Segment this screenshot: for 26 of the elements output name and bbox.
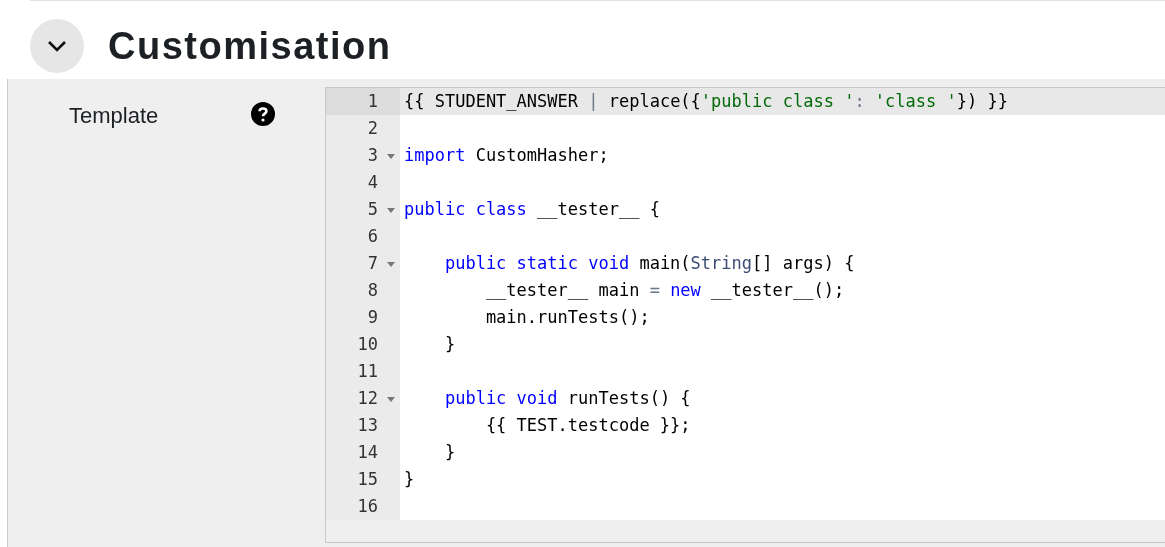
line-number: 8 [367,280,378,300]
fold-icon[interactable] [387,397,395,402]
line-number: 15 [357,469,378,489]
line-number: 5 [367,199,378,219]
fold-icon[interactable] [387,154,395,159]
chevron-icon [47,40,67,52]
help-icon[interactable] [251,102,275,126]
line-number: 6 [367,226,378,246]
line-number: 13 [357,415,378,435]
fold-icon[interactable] [387,262,395,267]
line-number: 9 [367,307,378,327]
fold-icon[interactable] [387,208,395,213]
line-number: 14 [357,442,378,462]
line-number: 11 [357,361,378,381]
line-number: 1 [367,91,378,111]
line-number: 4 [367,172,378,192]
line-number: 10 [357,334,378,354]
collapse-button[interactable] [30,19,84,73]
line-number: 2 [367,118,378,138]
line-number: 12 [357,388,378,408]
section-title: Customisation [108,24,392,69]
line-number: 16 [357,496,378,516]
field-label: Template [69,102,160,130]
line-number: 3 [367,145,378,165]
line-number: 7 [367,253,378,273]
code-editor[interactable] [325,87,1165,543]
